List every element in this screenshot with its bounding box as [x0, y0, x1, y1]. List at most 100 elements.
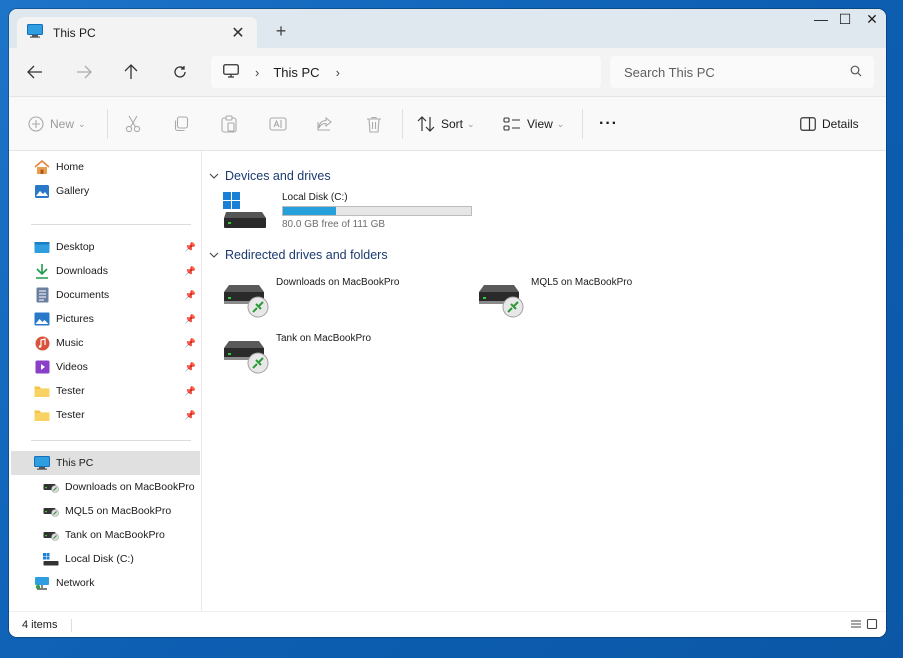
pictures-icon — [34, 311, 50, 327]
group-header-devices[interactable]: Devices and drives — [209, 169, 331, 183]
new-label: New — [50, 117, 75, 131]
gallery-icon — [34, 183, 50, 199]
up-button[interactable] — [119, 60, 143, 84]
sidebar-item-local-disk[interactable]: Local Disk (C:) — [11, 547, 200, 571]
sidebar-item-gallery[interactable]: Gallery — [11, 179, 200, 203]
sidebar-item-music[interactable]: Music 📌 — [11, 331, 200, 355]
sort-button[interactable]: Sort ⌄ — [417, 113, 475, 135]
breadcrumb-separator-icon[interactable]: › — [255, 65, 259, 80]
content-area: Home Gallery Desktop 📌 Downloads 📌 Docum… — [9, 151, 886, 611]
tiles-view-icon[interactable] — [866, 618, 880, 632]
sidebar-item-label: Desktop — [56, 241, 95, 253]
drive-name: Local Disk (C:) — [282, 192, 348, 203]
sidebar-item-desktop[interactable]: Desktop 📌 — [11, 235, 200, 259]
arrow-left-icon — [27, 65, 42, 79]
sort-label: Sort — [441, 117, 464, 131]
drive-tank-on-macbookpro[interactable]: Tank on MacBookPro — [223, 333, 371, 377]
sidebar-item-mql5-on-macbookpro[interactable]: MQL5 on MacBookPro — [11, 499, 200, 523]
search-icon[interactable] — [850, 65, 862, 80]
pin-icon[interactable]: 📌 — [185, 242, 196, 253]
new-tab-button[interactable]: + — [272, 21, 290, 42]
copy-icon — [174, 116, 189, 132]
pin-icon[interactable]: 📌 — [185, 266, 196, 277]
scissors-icon — [125, 115, 141, 133]
share-button[interactable] — [317, 113, 333, 135]
sidebar-item-downloads-on-macbookpro[interactable]: Downloads on MacBookPro — [11, 475, 200, 499]
more-options-button[interactable]: ··· — [599, 113, 618, 135]
sidebar-divider — [31, 224, 191, 225]
network-drive-icon — [43, 479, 59, 495]
sort-icon — [417, 116, 435, 132]
sidebar-item-label: Gallery — [56, 185, 90, 197]
minimize-button[interactable]: — — [811, 11, 831, 27]
sidebar-item-pictures[interactable]: Pictures 📌 — [11, 307, 200, 331]
pin-icon[interactable]: 📌 — [185, 410, 196, 421]
view-button[interactable]: View ⌄ — [503, 113, 564, 135]
rename-icon — [269, 117, 287, 131]
pin-icon[interactable]: 📌 — [185, 386, 196, 397]
sidebar-item-label: Videos — [56, 361, 88, 373]
pin-icon[interactable]: 📌 — [185, 314, 196, 325]
sidebar-divider — [31, 440, 191, 441]
search-box[interactable] — [610, 56, 874, 88]
group-header-redirected[interactable]: Redirected drives and folders — [209, 248, 388, 262]
this-pc-icon — [27, 24, 43, 41]
network-drive-icon — [478, 277, 528, 321]
network-drive-icon — [223, 277, 273, 321]
windows-drive-icon — [43, 551, 59, 567]
sidebar-item-label: Home — [56, 161, 85, 173]
music-icon — [34, 335, 50, 351]
pin-icon[interactable]: 📌 — [185, 338, 196, 349]
sidebar-item-network[interactable]: Network — [11, 571, 200, 595]
trash-icon — [367, 116, 381, 133]
drive-downloads-on-macbookpro[interactable]: Downloads on MacBookPro — [223, 277, 399, 321]
sidebar-item-label: Tester — [56, 385, 85, 397]
sidebar-item-label: Local Disk (C:) — [65, 553, 134, 565]
drive-mql5-on-macbookpro[interactable]: MQL5 on MacBookPro — [478, 277, 632, 321]
close-window-button[interactable]: ✕ — [862, 11, 882, 28]
windows-drive-icon — [223, 192, 273, 232]
item-count: 4 items — [22, 619, 58, 631]
rename-button[interactable] — [269, 113, 287, 135]
sidebar-item-home[interactable]: Home — [11, 155, 200, 179]
new-button[interactable]: New ⌄ — [28, 113, 86, 135]
sidebar-item-this-pc[interactable]: This PC — [11, 451, 200, 475]
chevron-down-icon[interactable] — [209, 248, 219, 262]
sidebar-item-tester[interactable]: Tester 📌 — [11, 379, 200, 403]
navigation-pane: Home Gallery Desktop 📌 Downloads 📌 Docum… — [9, 151, 202, 611]
pin-icon[interactable]: 📌 — [185, 290, 196, 301]
refresh-button[interactable] — [168, 60, 192, 84]
chevron-down-icon[interactable] — [209, 169, 219, 183]
plus-circle-icon — [28, 116, 44, 132]
breadcrumb-chevron-icon[interactable]: › — [336, 65, 340, 80]
close-tab-icon[interactable]: ✕ — [229, 23, 247, 43]
details-pane-icon — [800, 117, 816, 131]
details-pane-button[interactable]: Details — [800, 113, 859, 135]
pin-icon[interactable]: 📌 — [185, 362, 196, 373]
sidebar-item-label: Music — [56, 337, 84, 349]
documents-icon — [34, 287, 50, 303]
search-input[interactable] — [624, 64, 844, 80]
forward-button[interactable] — [72, 60, 96, 84]
cut-button[interactable] — [125, 113, 141, 135]
tab-title: This PC — [53, 25, 96, 40]
drive-name: Downloads on MacBookPro — [276, 277, 400, 288]
sidebar-item-documents[interactable]: Documents 📌 — [11, 283, 200, 307]
back-button[interactable] — [23, 60, 47, 84]
drive-local-disk[interactable]: Local Disk (C:) 80.0 GB free of 111 GB — [223, 192, 472, 232]
delete-button[interactable] — [366, 113, 382, 135]
maximize-button[interactable]: ☐ — [835, 11, 855, 28]
sidebar-item-label: Tank on MacBookPro — [65, 529, 165, 541]
refresh-icon — [174, 66, 186, 78]
sidebar-item-videos[interactable]: Videos 📌 — [11, 355, 200, 379]
tab-this-pc[interactable]: This PC ✕ — [17, 17, 257, 48]
sidebar-item-tester[interactable]: Tester 📌 — [11, 403, 200, 427]
sidebar-item-tank-on-macbookpro[interactable]: Tank on MacBookPro — [11, 523, 200, 547]
details-view-icon[interactable] — [850, 618, 864, 632]
breadcrumb-this-pc[interactable]: This PC — [273, 65, 319, 80]
sidebar-item-label: Downloads on MacBookPro — [65, 481, 195, 493]
paste-button[interactable] — [221, 113, 237, 135]
copy-button[interactable] — [173, 113, 189, 135]
sidebar-item-downloads[interactable]: Downloads 📌 — [11, 259, 200, 283]
address-bar[interactable]: › This PC › — [211, 56, 601, 88]
